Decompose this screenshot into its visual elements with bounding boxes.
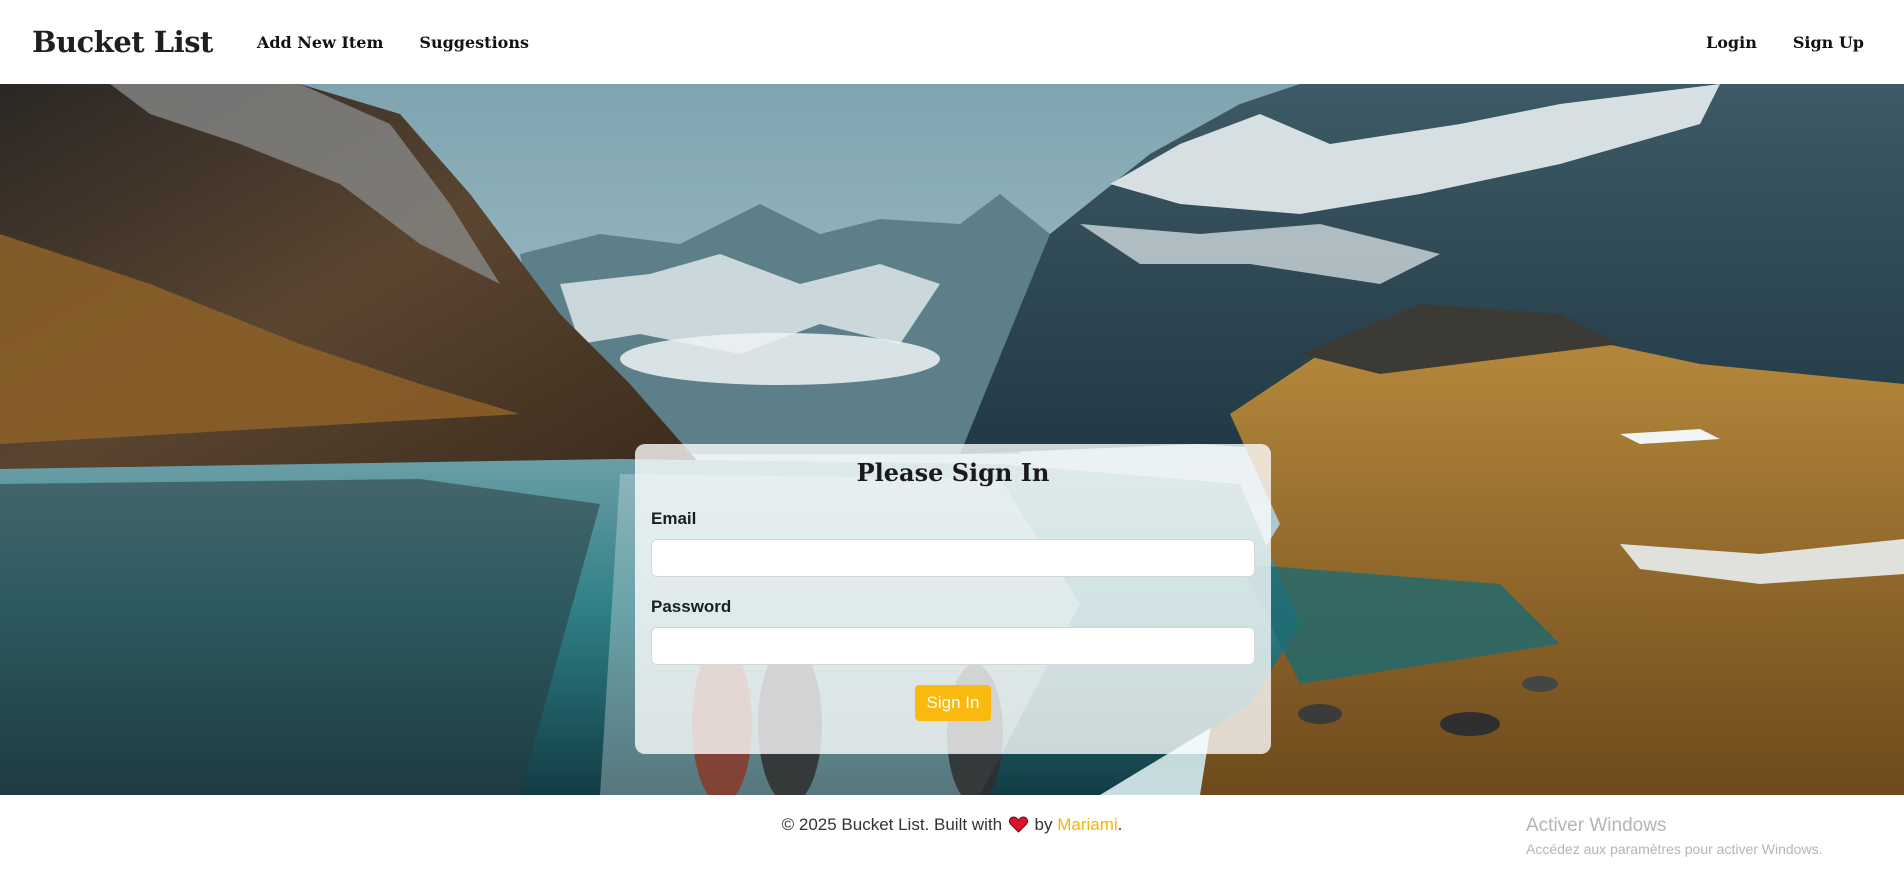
footer-suffix: . [1117,815,1123,834]
windows-activation-watermark: Activer Windows Accédez aux paramètres p… [1526,815,1822,857]
watermark-title: Activer Windows [1526,815,1667,836]
signin-button-row: Sign In [651,685,1255,721]
watermark-subtitle: Accédez aux paramètres pour activer Wind… [1526,841,1823,857]
nav-suggestions[interactable]: Suggestions [419,33,529,52]
email-label: Email [651,509,697,528]
signin-title: Please Sign In [856,458,1050,487]
author-link[interactable]: Mariami [1057,815,1117,834]
footer-by: by [1034,815,1053,834]
password-field[interactable] [651,627,1255,665]
navbar: Bucket List Add New Item Suggestions Log… [0,0,1904,84]
nav-login[interactable]: Login [1706,33,1757,52]
nav-left: Add New Item Suggestions [257,33,529,52]
nav-add-new-item[interactable]: Add New Item [257,33,384,52]
sign-in-button[interactable]: Sign In [914,685,992,721]
brand-logo[interactable]: Bucket List [32,25,213,59]
nav-right: Login Sign Up [1706,33,1864,52]
footer: © 2025 Bucket List. Built with by Mariam… [0,795,1904,869]
heart-icon [1008,816,1028,838]
signin-card: Please Sign In Email Password Sign In [635,444,1271,754]
footer-copyright: © 2025 Bucket List. Built with [781,815,1003,834]
password-label: Password [651,597,732,616]
email-field[interactable] [651,539,1255,577]
nav-sign-up[interactable]: Sign Up [1793,33,1864,52]
